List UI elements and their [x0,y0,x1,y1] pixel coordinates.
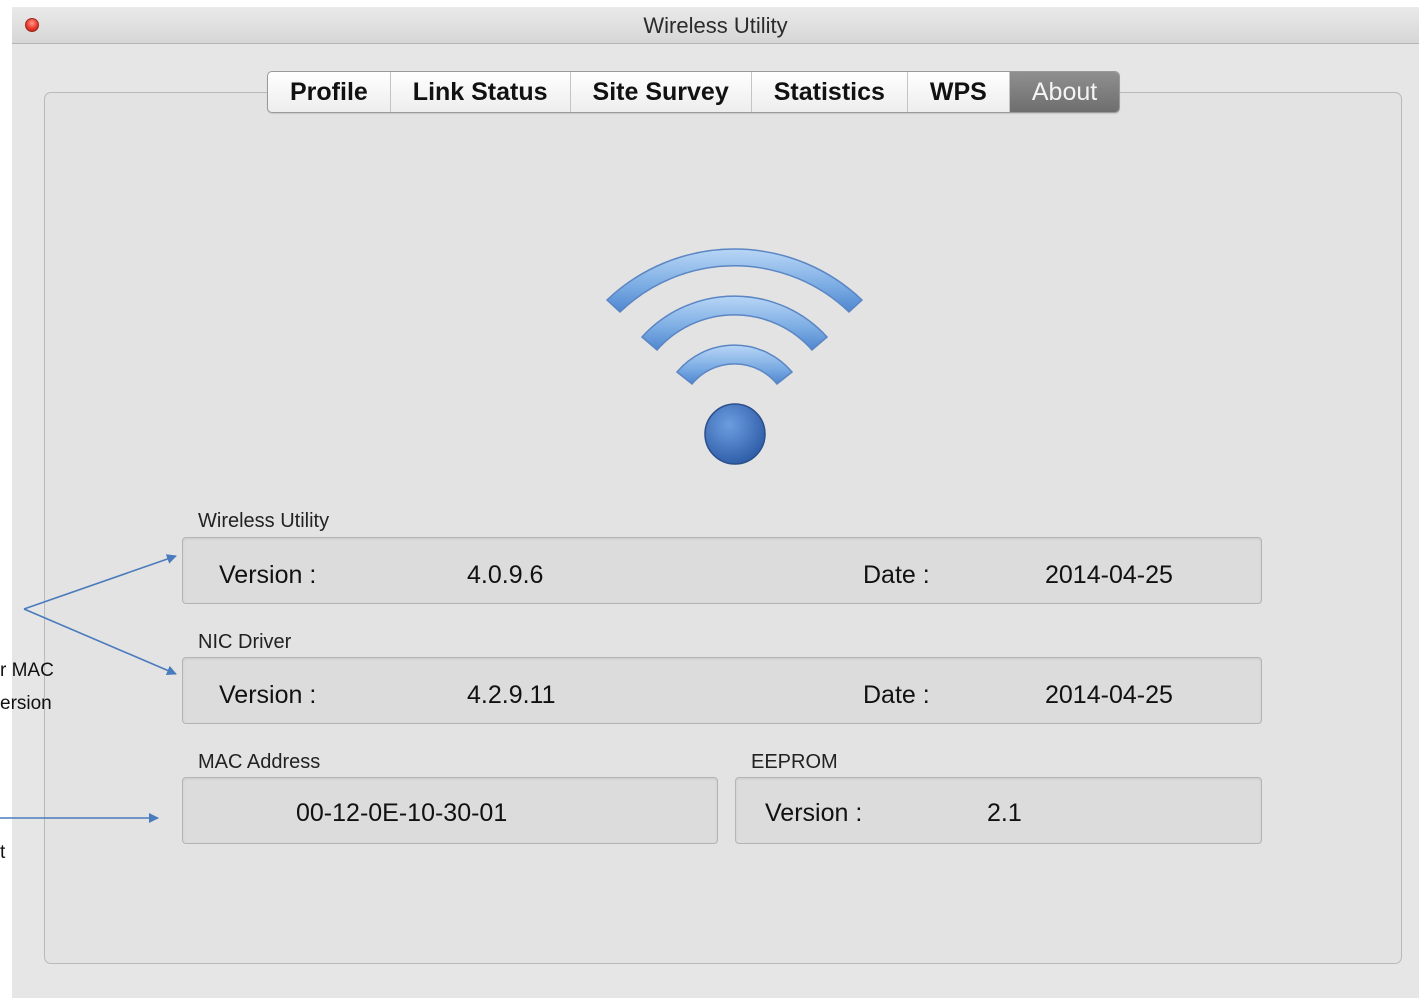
nic-driver-version-value: 4.2.9.11 [467,681,556,709]
eeprom-group-label: EEPROM [751,751,838,773]
app-window: Wireless Utility Profile Link Status Sit… [12,7,1419,998]
eeprom-version-label: Version : [765,799,863,827]
wireless-utility-date-label: Date : [863,561,930,589]
eeprom-version-value: 2.1 [987,799,1022,827]
tab-statistics[interactable]: Statistics [752,72,908,112]
title-bar: Wireless Utility [12,7,1419,44]
wireless-utility-date-value: 2014-04-25 [1045,561,1173,589]
annotation-text-line-1: r MAC [0,660,54,681]
nic-driver-version-label: Version : [219,681,317,709]
tab-link-status[interactable]: Link Status [391,72,571,112]
tab-wps[interactable]: WPS [908,72,1010,112]
tab-bar: Profile Link Status Site Survey Statisti… [267,71,1121,113]
window-title: Wireless Utility [643,13,788,38]
tab-profile[interactable]: Profile [268,72,391,112]
annotation-text-line-2: ersion [0,693,52,714]
wireless-utility-version-value: 4.0.9.6 [467,561,544,589]
nic-driver-group-label: NIC Driver [198,631,292,653]
mac-address-group-label: MAC Address [198,751,321,773]
tab-about[interactable]: About [1009,72,1120,112]
mac-address-value: 00-12-0E-10-30-01 [296,799,508,827]
tab-site-survey[interactable]: Site Survey [571,72,752,112]
nic-driver-date-label: Date : [863,681,930,709]
wireless-utility-group-label: Wireless Utility [198,510,330,532]
wireless-utility-version-label: Version : [219,561,317,589]
wifi-signal-icon [605,248,864,465]
annotation-text-line-3: t [0,842,6,863]
nic-driver-date-value: 2014-04-25 [1045,681,1173,709]
